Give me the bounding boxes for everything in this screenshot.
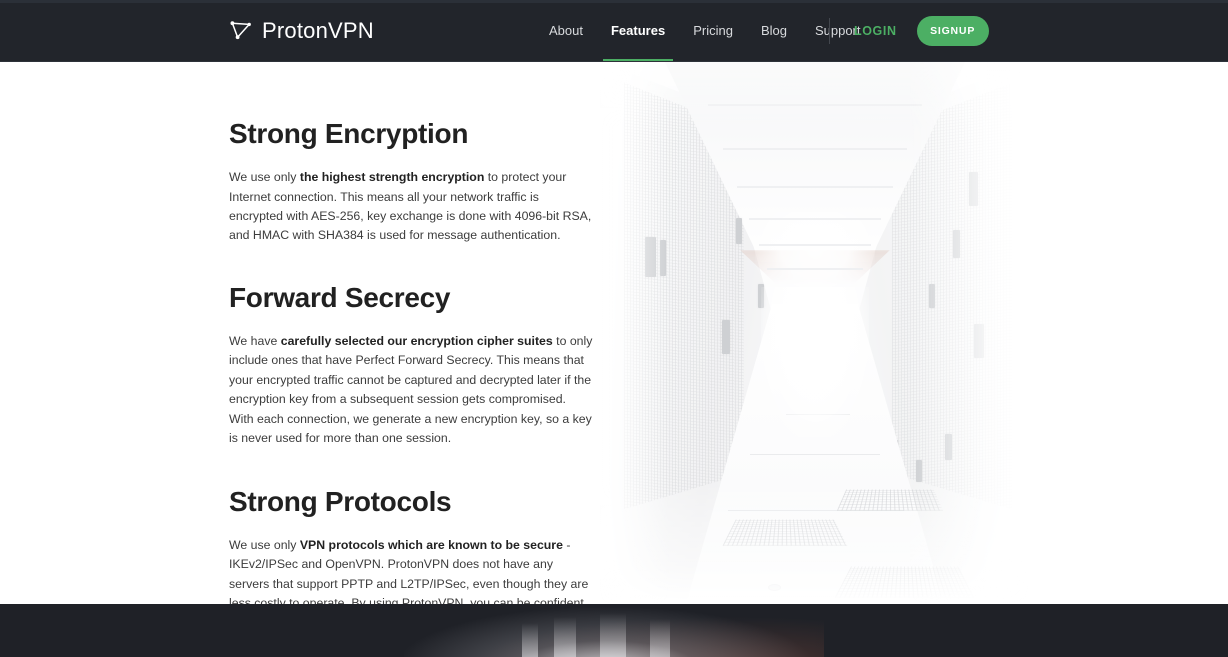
page-body: Strong Encryption We use only the highes… [0, 62, 1228, 604]
brand-logo-link[interactable]: ProtonVPN [229, 0, 374, 61]
feature-paragraph: We have carefully selected our encryptio… [229, 332, 593, 449]
feature-title: Strong Protocols [229, 485, 452, 517]
perforated-floor-tile [834, 566, 976, 598]
floor-seam [750, 454, 880, 455]
footer-photo-edge-fade [0, 604, 1228, 657]
corridor-vanishing-point [761, 287, 869, 437]
login-link[interactable]: LOGIN [854, 24, 897, 38]
rack-handle [969, 172, 978, 206]
ceiling-beam [737, 186, 893, 188]
feature-paragraph-highlight: carefully selected our encryption cipher… [280, 334, 553, 349]
rack-handle [929, 284, 935, 308]
auth-divider [829, 17, 830, 44]
site-header: ProtonVPN About Features Pricing Blog Su… [0, 0, 1228, 62]
rack-handle [645, 237, 656, 277]
ceiling-beam [723, 148, 907, 150]
signup-button[interactable]: SIGNUP [916, 15, 989, 46]
feature-paragraph: We use only the highest strength encrypt… [229, 168, 593, 246]
rack-handle [736, 218, 742, 244]
perforated-floor-tile [836, 489, 944, 511]
feature-paragraph: We use only VPN protocols which are know… [229, 536, 593, 604]
feature-title: Strong Encryption [229, 118, 469, 149]
brand-name: ProtonVPN [262, 17, 374, 43]
dark-data-center-photo [0, 604, 1228, 657]
feature-paragraph-rest: to only include ones that have Perfect F… [229, 334, 593, 446]
data-center-corridor-photo [600, 62, 1030, 604]
rack-handle [974, 324, 984, 358]
rack-handle [722, 320, 730, 354]
floor-drain [768, 584, 781, 591]
feature-paragraph-highlight: the highest strength encryption [299, 170, 485, 185]
feature-paragraph-highlight: VPN protocols which are known to be secu… [299, 537, 563, 552]
feature-section-strong-protocols: Strong Protocols We use only VPN protoco… [229, 449, 595, 604]
perforated-floor-tile [722, 519, 848, 546]
rack-handle [945, 434, 952, 460]
nav-item-features[interactable]: Features [597, 0, 679, 61]
main-navigation: About Features Pricing Blog Support [535, 0, 875, 61]
auth-actions: LOGIN SIGNUP [829, 0, 989, 61]
feature-paragraph-lead: We use only [229, 170, 300, 185]
feature-paragraph-lead: We use only [229, 537, 300, 552]
corridor-scene [600, 62, 1030, 604]
rack-handle [916, 460, 922, 482]
nav-item-blog[interactable]: Blog [747, 0, 801, 61]
nav-item-about[interactable]: About [535, 0, 597, 61]
feature-section-strong-encryption: Strong Encryption We use only the highes… [229, 62, 595, 246]
rack-handle [660, 240, 666, 276]
features-content-column: Strong Encryption We use only the highes… [229, 62, 595, 604]
feature-title: Forward Secrecy [229, 281, 451, 313]
nav-item-pricing[interactable]: Pricing [679, 0, 747, 61]
ceiling-beam [749, 218, 881, 220]
feature-paragraph-lead: We have [229, 334, 281, 349]
ceiling-beam [767, 268, 863, 270]
feature-section-forward-secrecy: Forward Secrecy We have carefully select… [229, 246, 595, 449]
rack-handle [953, 230, 960, 258]
proton-network-triangle-icon [229, 18, 253, 42]
header-inner: ProtonVPN About Features Pricing Blog Su… [0, 0, 1228, 61]
ceiling-beam [708, 104, 922, 106]
ceiling-beam [759, 244, 871, 246]
